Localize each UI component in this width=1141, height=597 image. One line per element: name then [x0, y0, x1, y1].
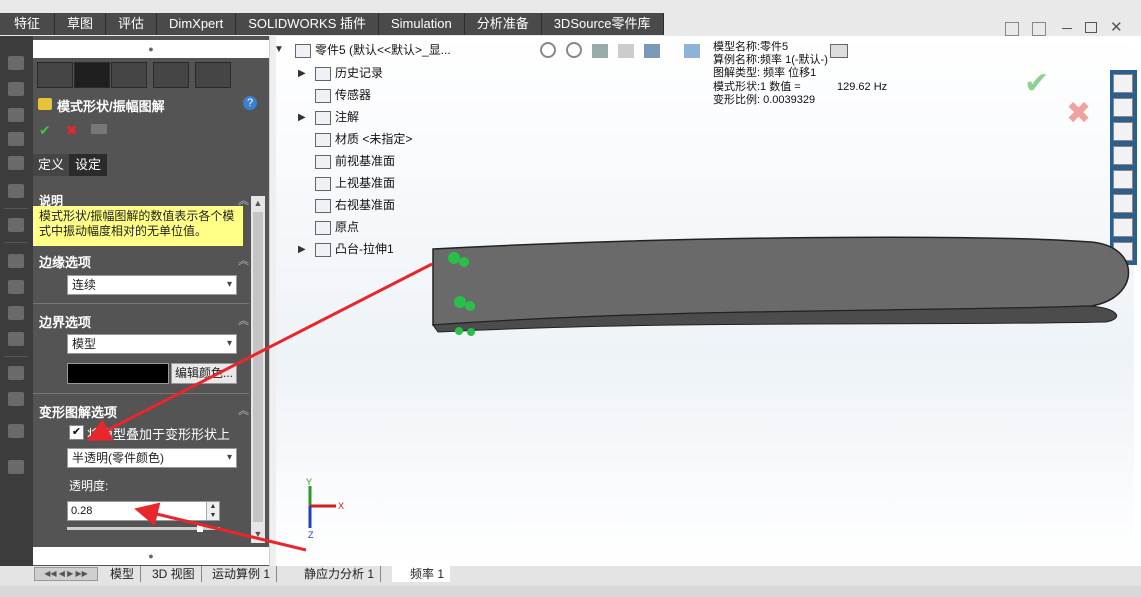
divider — [33, 393, 249, 394]
axis-x-label: X — [338, 501, 344, 511]
tab-static-study[interactable]: 静应力分析 1 — [286, 566, 382, 582]
tool-icon[interactable] — [8, 82, 24, 96]
tab-motion-study[interactable]: 运动算例 1 — [206, 566, 278, 582]
close-icon[interactable]: ✕ — [1110, 18, 1123, 36]
edge-select-value: 连续 — [72, 278, 97, 292]
chevron-down-icon: ▾ — [226, 279, 232, 290]
display-mode-value: 半透明(零件颜色) — [72, 451, 164, 465]
subtab-define[interactable]: 定义 — [33, 154, 69, 176]
panel-grip[interactable]: ● — [33, 547, 269, 565]
boundary-options-header: 边界选项 — [39, 315, 92, 330]
transparency-label: 透明度: — [69, 479, 109, 493]
tool-icon[interactable] — [8, 254, 24, 268]
spin-arrows-icon[interactable]: ▲ ▼ — [206, 502, 219, 520]
tab-features[interactable]: 特征 — [0, 13, 56, 35]
ok-check-icon[interactable]: ✔ — [39, 122, 51, 139]
panel-grip[interactable]: ● — [33, 40, 269, 58]
tab-addins[interactable]: SOLIDWORKS 插件 — [236, 13, 379, 35]
status-bar — [0, 586, 1141, 597]
pushpin-icon[interactable] — [91, 124, 107, 134]
plot-icon — [38, 98, 52, 110]
info-note: 模式形状/振幅图解的数值表示各个模式中振动幅度相对的无单位值。 — [33, 206, 243, 246]
divider — [33, 303, 249, 304]
tool-icon[interactable] — [8, 218, 24, 232]
restore-right-icon[interactable] — [1032, 22, 1046, 36]
tool-icon[interactable] — [8, 184, 24, 198]
tab-simulation[interactable]: Simulation — [378, 13, 465, 35]
divider — [4, 242, 28, 243]
tab-dimxpert-manager[interactable] — [153, 62, 189, 88]
tool-icon[interactable] — [8, 392, 24, 406]
cancel-x-icon[interactable]: ✖ — [66, 122, 78, 139]
tool-icon[interactable] — [8, 424, 24, 438]
axis-triad: Y X Z — [306, 477, 344, 540]
tab-3dsource[interactable]: 3DSource零件库 — [541, 13, 664, 35]
transparency-input[interactable]: 0.28 — [67, 501, 220, 521]
tab-dimxpert[interactable]: DimXpert — [157, 13, 237, 35]
tool-icon[interactable] — [8, 306, 24, 320]
divider — [4, 208, 28, 209]
panel-title: 模式形状/振幅图解 — [57, 99, 165, 114]
divider — [4, 356, 28, 357]
property-manager: ● 模式形状/振幅图解 ? ✔ ✖ 定义 设定 说明 ︽ 模式形状/振幅图解的数… — [33, 36, 269, 566]
left-toolbar — [0, 36, 33, 597]
maximize-icon[interactable] — [1085, 22, 1097, 33]
slider-thumb[interactable] — [197, 524, 203, 532]
deform-options-header: 变形图解选项 — [39, 405, 118, 420]
edit-color-button[interactable]: 编辑颜色... — [171, 363, 237, 384]
tab-frequency-study[interactable]: 频率 1 — [392, 566, 451, 582]
display-mode-select[interactable]: 半透明(零件颜色) ▾ — [67, 448, 237, 468]
collapse-icon[interactable]: ︽ — [238, 402, 249, 418]
collapse-icon[interactable]: ︽ — [238, 312, 249, 328]
model-viewport[interactable]: Y X Z — [276, 36, 1134, 566]
scroll-up-icon[interactable]: ▲ — [252, 198, 264, 208]
help-icon[interactable]: ? — [243, 96, 257, 110]
edge-select[interactable]: 连续 ▾ — [67, 275, 237, 295]
tool-icon[interactable] — [8, 156, 24, 170]
overlay-checkbox[interactable]: ✔ — [69, 425, 84, 440]
chevron-down-icon: ▾ — [226, 452, 232, 463]
tab-property-manager[interactable] — [74, 62, 110, 88]
tool-icon[interactable] — [8, 332, 24, 346]
collapse-icon[interactable]: ︽ — [238, 252, 249, 268]
bottom-tab-bar: ◀◀ ◀ ▶ ▶▶ 模型 3D 视图 运动算例 1 静应力分析 1 频率 1 — [0, 566, 1141, 597]
tool-icon[interactable] — [8, 108, 24, 122]
boundary-select-value: 模型 — [72, 337, 97, 351]
panel-scrollbar[interactable]: ▲ ▼ — [251, 196, 265, 543]
boundary-select[interactable]: 模型 ▾ — [67, 334, 237, 354]
tab-model[interactable]: 模型 — [104, 566, 142, 582]
command-manager-tabs: 特征 草图 评估 DimXpert SOLIDWORKS 插件 Simulati… — [0, 0, 1141, 36]
tool-icon[interactable] — [8, 132, 24, 146]
tab-evaluate[interactable]: 评估 — [106, 13, 158, 35]
tool-icon[interactable] — [8, 366, 24, 380]
tab-configuration-manager[interactable] — [111, 62, 147, 88]
tool-icon[interactable] — [8, 280, 24, 294]
scroll-down-icon[interactable]: ▼ — [252, 529, 264, 539]
axis-y-label: Y — [306, 477, 312, 487]
tab-display-manager[interactable] — [195, 62, 231, 88]
tab-feature-manager[interactable] — [37, 62, 73, 88]
tab-3d-view[interactable]: 3D 视图 — [146, 566, 202, 582]
tab-sketch[interactable]: 草图 — [55, 13, 107, 35]
chevron-down-icon: ▾ — [226, 338, 232, 349]
tab-analysis-prep[interactable]: 分析准备 — [464, 13, 542, 35]
tab-navigation-arrows[interactable]: ◀◀ ◀ ▶ ▶▶ — [34, 567, 98, 581]
tool-icon[interactable] — [8, 56, 24, 70]
edge-options-header: 边缘选项 — [39, 255, 92, 270]
scroll-thumb[interactable] — [253, 212, 263, 522]
minimize-icon[interactable] — [1062, 28, 1072, 29]
subtab-settings[interactable]: 设定 — [69, 154, 107, 176]
restore-left-icon[interactable] — [1005, 22, 1019, 36]
tool-icon[interactable] — [8, 460, 24, 474]
axis-z-label: Z — [308, 530, 314, 540]
overlay-label: 将模型叠加于变形形状上 — [87, 427, 231, 442]
tab-strip: 特征 草图 评估 DimXpert SOLIDWORKS 插件 Simulati… — [0, 13, 664, 35]
color-swatch[interactable] — [67, 363, 169, 384]
